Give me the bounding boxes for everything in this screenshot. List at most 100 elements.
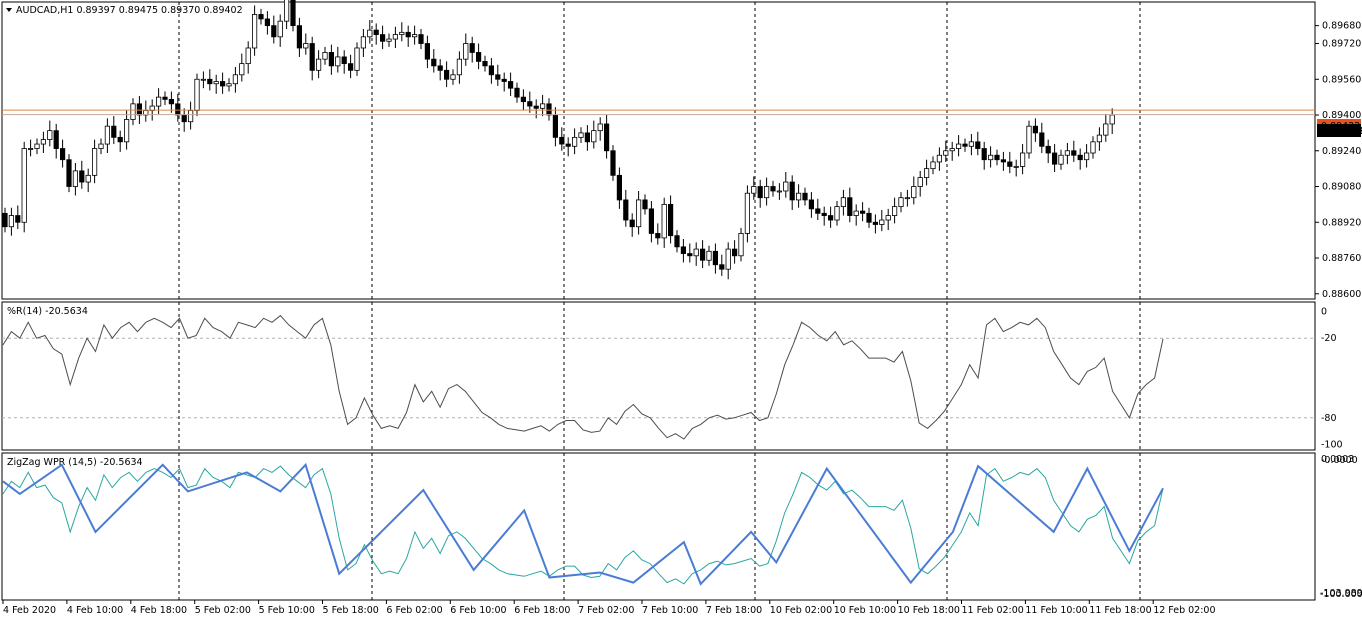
candle-body (175, 103, 181, 116)
candle-body (648, 208, 655, 234)
candle-body (2, 212, 8, 228)
candle-body (936, 154, 943, 163)
candle-body (520, 96, 527, 103)
candle-body (898, 197, 904, 208)
candle-body (277, 20, 283, 38)
time-tick-label: 5 Feb 18:00 (323, 605, 379, 616)
candle-body (943, 150, 949, 156)
candle-body (303, 43, 309, 49)
candle-body (514, 87, 520, 98)
candle-body (200, 78, 206, 81)
candle-body (1084, 152, 1090, 161)
candle-body (450, 74, 456, 80)
candle-body (757, 186, 763, 199)
candle-body (322, 52, 328, 60)
candle-body (21, 148, 27, 223)
candle-body (335, 56, 341, 67)
candle-body (783, 181, 789, 192)
time-tick-label: 6 Feb 18:00 (514, 605, 570, 616)
candle-body (168, 98, 174, 105)
candle-body (488, 65, 495, 76)
candle-body (411, 34, 418, 38)
time-tick-label: 6 Feb 10:00 (450, 605, 506, 616)
candle-body (85, 174, 91, 183)
zigzag-axis-label: -100.0000 (1320, 589, 1362, 600)
candle-body (725, 248, 731, 270)
candle-body (770, 186, 776, 192)
current-price-label: 0.89402 (1321, 126, 1362, 137)
candle-body (341, 56, 347, 65)
candle-body (79, 170, 85, 183)
candle-body (418, 34, 424, 44)
candle-body (604, 123, 610, 152)
candle-body (251, 14, 258, 49)
candle-body (155, 96, 162, 107)
candle-body (738, 233, 744, 257)
price-tick-label: 0.88760 (1322, 253, 1361, 264)
candle-body (1090, 141, 1096, 154)
candle-body (456, 58, 463, 76)
candle-body (860, 210, 866, 214)
candle-body (92, 148, 98, 176)
candle-body (930, 161, 936, 170)
candle-body (885, 215, 891, 221)
candle-body (994, 154, 1000, 161)
candle-body (1026, 125, 1032, 154)
time-tick-label: 6 Feb 02:00 (386, 605, 442, 616)
wpr-tick-label: -20 (1321, 333, 1337, 344)
time-tick-label: 10 Feb 10:00 (834, 605, 896, 616)
candle-body (463, 43, 469, 60)
candle-body (853, 210, 859, 216)
time-tick-label: 10 Feb 18:00 (898, 605, 960, 616)
time-tick-label: 11 Feb 18:00 (1089, 605, 1151, 616)
candle-body (264, 18, 271, 27)
candle-body (1032, 125, 1038, 134)
time-tick-label: 7 Feb 02:00 (578, 605, 634, 616)
candle-body (424, 43, 431, 60)
candle-body (789, 181, 795, 201)
candle-body (1013, 166, 1019, 168)
time-tick-label: 4 Feb 2020 (3, 605, 56, 616)
candle-body (194, 78, 200, 111)
candle-body (1103, 123, 1109, 136)
candle-body (1096, 134, 1102, 143)
time-tick-label: 4 Feb 10:00 (67, 605, 123, 616)
candle-body (290, 0, 296, 27)
candle-body (1077, 154, 1083, 161)
candle-body (1000, 159, 1007, 163)
candle-body (360, 36, 367, 49)
candle-body (98, 143, 104, 149)
wpr-tick-label: 0 (1321, 307, 1327, 318)
candle-body (1058, 154, 1064, 165)
candle-body (623, 199, 629, 221)
candle-body (232, 74, 238, 85)
candle-body (181, 114, 187, 123)
candle-body (706, 250, 712, 261)
time-tick-label: 12 Feb 02:00 (1153, 605, 1215, 616)
candle-body (162, 96, 168, 100)
candle-body (719, 264, 725, 270)
candle-body (629, 219, 635, 228)
candle-body (392, 34, 399, 40)
candle-body (60, 148, 66, 161)
time-tick-label: 5 Feb 02:00 (195, 605, 251, 616)
candle-body (834, 206, 840, 221)
candle-body (399, 31, 405, 35)
candle-body (111, 125, 117, 138)
candle-body (72, 170, 78, 187)
candle-body (751, 186, 757, 194)
zigzag-axis-label: -0.0000 (1321, 455, 1358, 466)
candle-body (104, 125, 110, 145)
time-tick-label: 7 Feb 10:00 (642, 605, 698, 616)
candle-body (187, 110, 194, 123)
candle-body (405, 31, 411, 38)
candle-body (642, 199, 648, 210)
wpr-tick-label: -100 (1321, 439, 1343, 450)
candle-body (828, 215, 834, 221)
candle-body (475, 52, 482, 62)
candle-body (674, 235, 680, 248)
candle-body (437, 65, 443, 71)
candle-body (386, 38, 392, 42)
candle-body (8, 215, 14, 228)
wpr-header: %R(14) -20.5634 (7, 306, 88, 317)
